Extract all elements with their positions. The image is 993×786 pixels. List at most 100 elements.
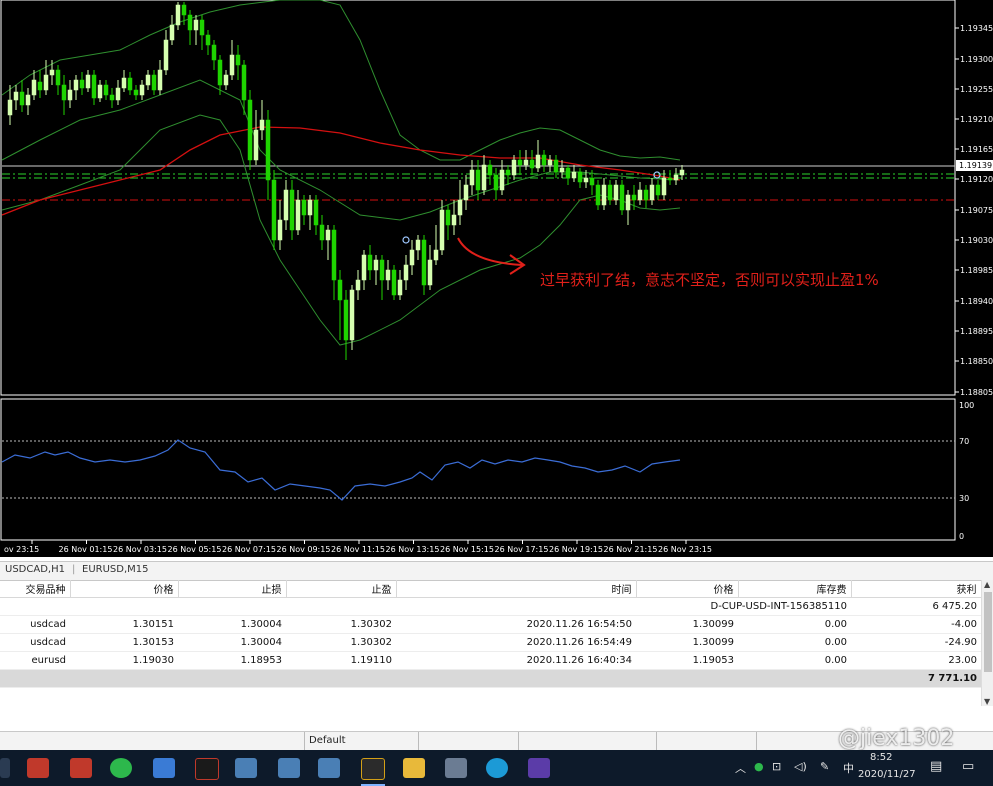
time-axis-label: 26 Nov 07:15 <box>222 545 276 554</box>
pen-icon[interactable]: ✎ <box>820 760 829 773</box>
candle-body <box>433 249 439 261</box>
time-axis-label: 26 Nov 17:15 <box>495 545 549 554</box>
table-row[interactable]: eurusd 1.19030 1.18953 1.19110 2020.11.2… <box>0 651 981 670</box>
col-header-time[interactable]: 时间 <box>396 580 637 598</box>
account-row[interactable]: D-CUP-USD-INT-156385110 6 475.20 <box>0 597 981 616</box>
cell-symbol: eurusd <box>0 651 70 670</box>
calculator-icon[interactable] <box>445 758 467 778</box>
candle-body <box>181 4 187 16</box>
network-icon[interactable]: ⊡ <box>772 760 781 773</box>
app-triangle-icon[interactable] <box>195 758 219 780</box>
wechat-tray-icon[interactable]: ● <box>754 760 764 773</box>
table-scrollbar[interactable]: ▲ ▼ <box>981 580 993 706</box>
candle-body <box>541 154 547 166</box>
candle-body <box>223 74 229 86</box>
rsi-axis-label: 100 <box>959 401 974 410</box>
candle-body <box>373 259 379 271</box>
scroll-down-icon[interactable]: ▼ <box>984 697 990 706</box>
notification-icon[interactable]: ▭ <box>962 759 974 774</box>
col-header-swap[interactable]: 库存费 <box>738 580 852 598</box>
folder-icon[interactable] <box>403 758 425 778</box>
app-cards-icon[interactable] <box>27 758 49 778</box>
rsi-line <box>1 439 681 501</box>
table-row[interactable]: usdcad 1.30151 1.30004 1.30302 2020.11.2… <box>0 615 981 634</box>
candle-body <box>67 89 73 101</box>
candle-body <box>385 269 391 281</box>
price-axis-label: 1.18940 <box>960 297 993 306</box>
annotation-text: 过早获利了结，意志不坚定，否则可以实现止盈1% <box>540 271 879 289</box>
col-header-symbol[interactable]: 交易品种 <box>0 580 71 598</box>
table-row[interactable]: usdcad 1.30153 1.30004 1.30302 2020.11.2… <box>0 633 981 652</box>
price-chart[interactable]: 1.19345 1.19300 1.19255 1.19210 1.19165 1.191… <box>0 0 993 557</box>
edge-browser-icon[interactable] <box>486 758 508 778</box>
cell-swap: 0.00 <box>738 615 851 634</box>
clock-date[interactable]: 2020/11/27 <box>858 769 916 780</box>
tab-usdcad-h1[interactable]: USDCAD,H1 <box>5 564 65 575</box>
ime-indicator[interactable]: 中 <box>843 760 854 776</box>
candle-body <box>265 119 271 181</box>
chart-window[interactable]: 1.19345 1.19300 1.19255 1.19210 1.19165 1.191… <box>0 0 993 557</box>
candle-body <box>121 77 127 89</box>
cell-symbol: usdcad <box>0 615 70 634</box>
app-paint-icon[interactable] <box>528 758 550 778</box>
candle-body <box>553 159 559 173</box>
candle-body <box>619 184 625 211</box>
candle-body <box>259 119 265 131</box>
scroll-up-icon[interactable]: ▲ <box>984 580 990 589</box>
cell-profit: 23.00 <box>851 651 981 670</box>
candle-body <box>379 259 385 281</box>
candle-body <box>547 159 553 166</box>
candle-body <box>661 177 667 196</box>
candle-body <box>643 189 649 201</box>
app-user-icon-3[interactable] <box>318 758 340 778</box>
candle-body <box>157 69 163 91</box>
clock-time[interactable]: 8:52 <box>870 752 892 763</box>
candle-body <box>91 74 97 99</box>
candle-body <box>289 189 295 231</box>
col-header-sl[interactable]: 止损 <box>178 580 287 598</box>
candle-body <box>127 77 133 91</box>
candle-body <box>301 199 307 216</box>
candle-body <box>187 14 193 31</box>
candle-body <box>631 194 637 201</box>
col-header-profit[interactable]: 获利 <box>851 580 982 598</box>
candle-body <box>565 167 571 179</box>
candle-body <box>391 269 397 296</box>
volume-icon[interactable]: ◁) <box>794 760 807 773</box>
time-axis-label: 26 Nov 21:15 <box>604 545 658 554</box>
candle-body <box>667 177 673 181</box>
price-axis-label: 1.19300 <box>960 55 993 64</box>
tab-eurusd-m15[interactable]: EURUSD,M15 <box>82 564 148 575</box>
col-header-price[interactable]: 价格 <box>70 580 179 598</box>
scroll-thumb[interactable] <box>984 592 992 672</box>
chevron-up-icon[interactable]: ︿ <box>735 760 746 776</box>
app-window-icon[interactable] <box>153 758 175 778</box>
candle-body <box>25 94 31 106</box>
search-icon[interactable] <box>0 758 10 778</box>
wechat-icon[interactable] <box>110 758 132 778</box>
cell-time: 2020.11.26 16:54:50 <box>396 615 636 634</box>
candle-body <box>205 34 211 46</box>
time-axis-label: 26 Nov 09:15 <box>277 545 331 554</box>
candle-body <box>571 171 577 179</box>
price-axis-label: 1.18895 <box>960 327 993 336</box>
app-user-icon[interactable] <box>235 758 257 778</box>
total-row: 7 771.10 <box>0 669 981 688</box>
candle-body <box>361 254 367 281</box>
price-axis-label: 1.19120 <box>960 175 993 184</box>
candle-body <box>19 91 25 106</box>
annotation-arrow <box>457 237 523 266</box>
metatrader-icon[interactable] <box>361 758 385 780</box>
candle-body <box>577 171 583 183</box>
app-user-icon-2[interactable] <box>278 758 300 778</box>
app-cards-icon-2[interactable] <box>70 758 92 778</box>
candle-body <box>247 99 253 161</box>
notepad-icon[interactable]: ▤ <box>930 759 942 774</box>
candle-body <box>85 74 91 89</box>
col-header-cur-price[interactable]: 价格 <box>636 580 739 598</box>
col-header-tp[interactable]: 止盈 <box>286 580 397 598</box>
candle-body <box>475 169 481 191</box>
price-axis-label: 1.19345 <box>960 24 993 33</box>
candle-body <box>679 169 685 176</box>
profile-name[interactable]: Default <box>309 735 346 746</box>
